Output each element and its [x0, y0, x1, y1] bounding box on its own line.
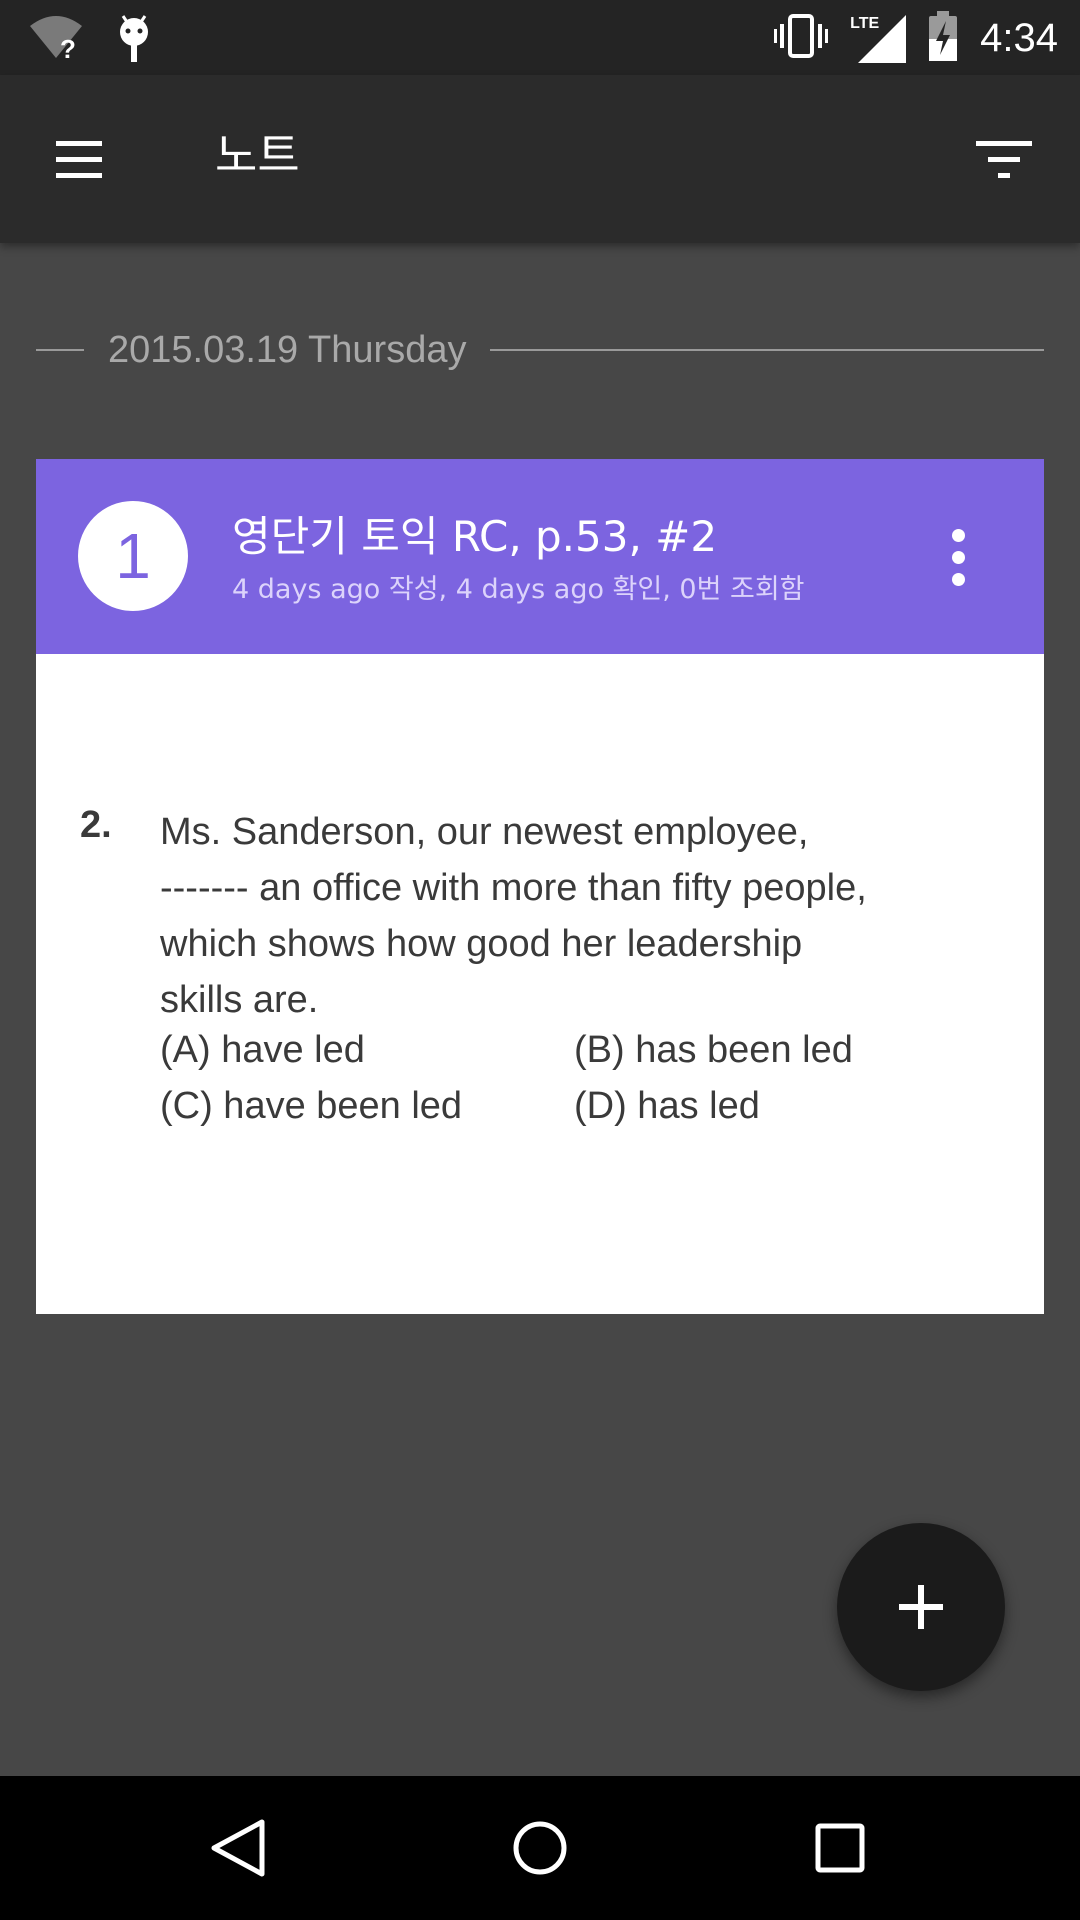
add-note-button[interactable]	[837, 1523, 1005, 1691]
question-line: skills are.	[160, 979, 319, 1021]
recents-icon	[815, 1823, 865, 1873]
option-a: (A) have led	[160, 1029, 365, 1071]
more-vert-icon	[946, 529, 970, 586]
question-line: Ms. Sanderson, our newest employee,	[160, 811, 809, 853]
android-debug-icon	[114, 12, 154, 68]
menu-icon	[56, 141, 102, 178]
plus-icon	[899, 1585, 943, 1629]
home-button[interactable]	[500, 1808, 580, 1888]
note-card-header[interactable]: 1 영단기 토익 RC, p.53, #2 4 days ago 작성, 4 d…	[36, 459, 1044, 654]
option-d: (D) has led	[574, 1085, 760, 1127]
recents-button[interactable]	[800, 1808, 880, 1888]
back-button[interactable]	[200, 1808, 280, 1888]
note-subtitle: 4 days ago 작성, 4 days ago 확인, 0번 조회함	[232, 574, 805, 605]
note-title: 영단기 토익 RC, p.53, #2	[232, 512, 718, 561]
page-title: 노트	[215, 128, 300, 182]
question-line: ------- an office with more than fifty p…	[160, 867, 867, 909]
wifi-unknown-icon: ?	[28, 12, 84, 68]
option-b: (B) has been led	[574, 1029, 853, 1071]
filter-icon	[976, 141, 1032, 178]
note-card[interactable]: 1 영단기 토익 RC, p.53, #2 4 days ago 작성, 4 d…	[36, 459, 1044, 1314]
more-options-button[interactable]	[946, 529, 970, 589]
question-number: 2.	[80, 804, 112, 846]
divider-line	[490, 349, 1044, 351]
vibrate-icon	[774, 12, 829, 64]
option-c: (C) have been led	[160, 1085, 463, 1127]
note-image[interactable]: 2. Ms. Sanderson, our newest employee, -…	[36, 654, 1044, 1314]
question-line: which shows how good her leadership	[160, 923, 803, 965]
svg-text:?: ?	[60, 34, 76, 64]
navigation-bar	[0, 1776, 1080, 1920]
divider-line	[36, 349, 84, 351]
back-icon	[211, 1819, 265, 1877]
status-bar: ? LTE 4:34	[0, 0, 1080, 75]
date-divider: 2015.03.19 Thursday	[36, 325, 1044, 375]
date-label: 2015.03.19 Thursday	[108, 328, 467, 371]
menu-button[interactable]	[44, 125, 114, 195]
filter-button[interactable]	[966, 125, 1036, 195]
app-bar: 노트	[0, 75, 1080, 243]
battery-charging-icon	[928, 11, 958, 65]
question-text: Ms. Sanderson, our newest employee, ----…	[160, 804, 1000, 1028]
note-number-badge: 1	[78, 501, 188, 611]
home-icon	[513, 1821, 567, 1875]
status-time: 4:34	[980, 16, 1058, 60]
lte-signal-icon: LTE	[850, 13, 907, 63]
